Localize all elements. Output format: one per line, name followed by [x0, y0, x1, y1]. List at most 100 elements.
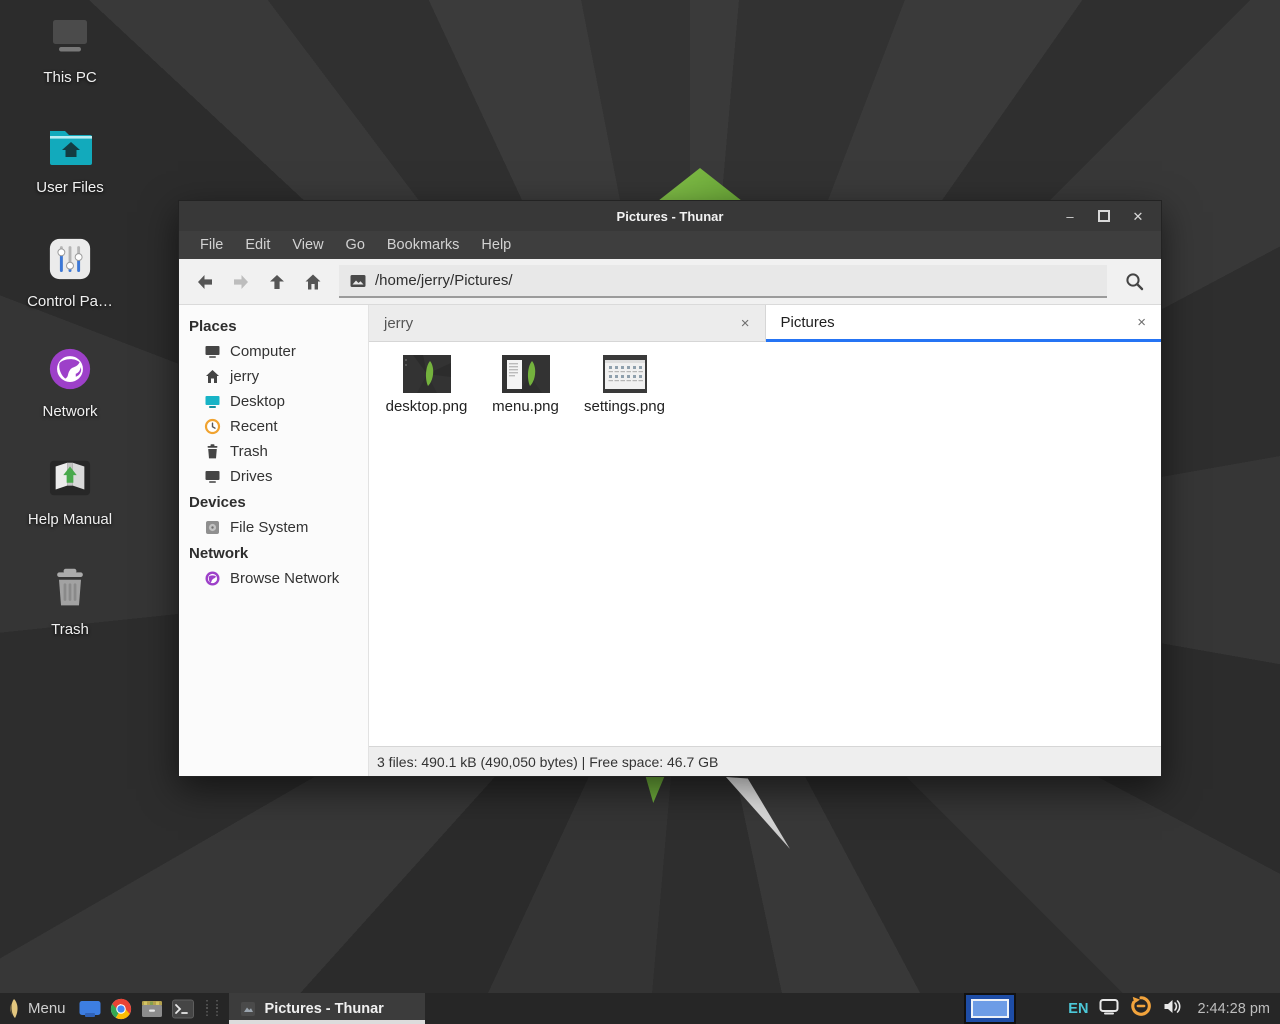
- path-text[interactable]: /home/jerry/Pictures/: [375, 272, 513, 289]
- keyboard-layout-indicator[interactable]: EN: [1068, 1001, 1088, 1017]
- menu-button[interactable]: Menu: [0, 993, 75, 1024]
- sidebar-item-label: Drives: [230, 468, 273, 485]
- terminal-icon: [172, 999, 194, 1019]
- taskbar-window-button[interactable]: Pictures - Thunar: [229, 993, 425, 1024]
- tab-label: jerry: [384, 315, 413, 332]
- home-button[interactable]: [295, 264, 331, 300]
- file-name: desktop.png: [386, 398, 468, 415]
- desktop-icon-user-files[interactable]: User Files: [8, 126, 132, 214]
- back-button[interactable]: [187, 264, 223, 300]
- sidebar-item-label: Computer: [230, 343, 296, 360]
- computer-icon: [46, 16, 94, 63]
- desktop-icon-this-pc[interactable]: This PC: [8, 16, 132, 104]
- forward-icon: [231, 272, 251, 292]
- search-button[interactable]: [1115, 264, 1153, 300]
- tab-jerry[interactable]: jerry ×: [369, 305, 766, 342]
- tab-close-icon[interactable]: ×: [1137, 315, 1146, 330]
- sidebar-item-jerry[interactable]: jerry: [179, 364, 368, 389]
- minimize-button[interactable]: –: [1063, 209, 1077, 223]
- taskbar-right: EN 2:44:28 pm: [964, 993, 1280, 1024]
- file-name: menu.png: [492, 398, 559, 415]
- close-button[interactable]: ✕: [1131, 209, 1145, 223]
- trash-icon: [204, 443, 221, 460]
- desktop-icon-trash[interactable]: Trash: [8, 566, 132, 654]
- terminal-launcher-button[interactable]: [168, 993, 199, 1024]
- menu-item-edit[interactable]: Edit: [234, 237, 281, 253]
- blue-folder-icon: [79, 1000, 101, 1018]
- network-globe-icon: [47, 346, 93, 397]
- network-globe-icon: [204, 570, 221, 587]
- menu-bar: File Edit View Go Bookmarks Help: [179, 231, 1161, 259]
- sidebar-item-desktop[interactable]: Desktop: [179, 389, 368, 414]
- home-icon: [303, 272, 323, 292]
- file-desktop-png[interactable]: desktop.png: [377, 355, 476, 415]
- files-launcher-button[interactable]: [75, 993, 106, 1024]
- desktop-icon-network[interactable]: Network: [8, 346, 132, 434]
- help-manual-icon: [47, 456, 93, 505]
- harddisk-icon: [204, 519, 221, 536]
- sidebar-header-devices: Devices: [179, 489, 368, 515]
- volume-tray-icon[interactable]: [1163, 998, 1182, 1020]
- trash-can-icon: [48, 566, 92, 615]
- panel-handle[interactable]: ⋮⋮⋮⋮: [199, 1002, 225, 1016]
- menu-item-help[interactable]: Help: [470, 237, 522, 253]
- desktop-icon-control-panel[interactable]: Control Pa…: [8, 236, 132, 324]
- image-file-icon: [350, 274, 366, 288]
- clock[interactable]: 2:44:28 pm: [1193, 1001, 1270, 1017]
- title-bar[interactable]: Pictures - Thunar – ✕: [179, 201, 1161, 231]
- up-button[interactable]: [259, 264, 295, 300]
- drives-icon: [204, 468, 221, 485]
- tab-pictures[interactable]: Pictures ×: [766, 305, 1162, 342]
- chrome-launcher-button[interactable]: [106, 993, 137, 1024]
- sidebar-item-label: jerry: [230, 368, 259, 385]
- tab-bar: jerry × Pictures ×: [369, 305, 1161, 342]
- archive-launcher-button[interactable]: [137, 993, 168, 1024]
- file-menu-png[interactable]: menu.png: [476, 355, 575, 415]
- back-icon: [195, 272, 215, 292]
- desktop-icon-label: Help Manual: [28, 511, 112, 528]
- workspace-1[interactable]: [966, 995, 1014, 1022]
- sidebar-item-recent[interactable]: Recent: [179, 414, 368, 439]
- maximize-button[interactable]: [1097, 209, 1111, 223]
- sidebar-item-browse-network[interactable]: Browse Network: [179, 566, 368, 591]
- sidebar-item-label: Browse Network: [230, 570, 339, 587]
- display-tray-icon[interactable]: [1099, 998, 1119, 1020]
- menu-item-go[interactable]: Go: [335, 237, 376, 253]
- status-text: 3 files: 490.1 kB (490,050 bytes) | Free…: [377, 754, 718, 770]
- thunar-window: Pictures - Thunar – ✕ File Edit View Go …: [178, 200, 1162, 777]
- home-folder-icon: [46, 126, 94, 173]
- maximize-icon: [1098, 210, 1110, 222]
- update-manager-tray-icon[interactable]: [1130, 995, 1152, 1022]
- file-settings-png[interactable]: settings.png: [575, 355, 674, 415]
- desktop-icon-label: Control Pa…: [27, 293, 113, 310]
- sidebar-item-label: Recent: [230, 418, 278, 435]
- desktop-icon-label: Network: [42, 403, 97, 420]
- sidebar: Places Computer jerry Desktop Recent Tra…: [179, 305, 369, 776]
- sidebar-item-drives[interactable]: Drives: [179, 464, 368, 489]
- tab-close-icon[interactable]: ×: [741, 316, 750, 331]
- sidebar-item-file-system[interactable]: File System: [179, 515, 368, 540]
- path-bar[interactable]: /home/jerry/Pictures/: [339, 265, 1107, 298]
- chrome-icon: [110, 998, 132, 1020]
- menu-item-view[interactable]: View: [281, 237, 334, 253]
- menu-png-thumbnail: [502, 355, 550, 393]
- forward-button[interactable]: [223, 264, 259, 300]
- desktop-icon-label: User Files: [36, 179, 104, 196]
- sidebar-item-computer[interactable]: Computer: [179, 339, 368, 364]
- tab-label: Pictures: [781, 314, 835, 331]
- sidebar-header-network: Network: [179, 540, 368, 566]
- recent-clock-icon: [204, 418, 221, 435]
- drawer-icon: [141, 999, 163, 1019]
- taskbar-window-button-label: Pictures - Thunar: [265, 1001, 384, 1017]
- menu-item-file[interactable]: File: [189, 237, 234, 253]
- search-icon: [1124, 271, 1145, 292]
- file-area: jerry × Pictures × desktop.png menu.png: [369, 305, 1161, 776]
- file-view[interactable]: desktop.png menu.png settings.png: [369, 342, 1161, 746]
- sidebar-item-trash[interactable]: Trash: [179, 439, 368, 464]
- menu-item-bookmarks[interactable]: Bookmarks: [376, 237, 471, 253]
- menu-button-label: Menu: [28, 1000, 66, 1017]
- sidebar-header-places: Places: [179, 313, 368, 339]
- desktop-icon-help-manual[interactable]: Help Manual: [8, 456, 132, 544]
- control-panel-icon: [47, 236, 93, 287]
- workspace-switcher[interactable]: [964, 993, 1016, 1024]
